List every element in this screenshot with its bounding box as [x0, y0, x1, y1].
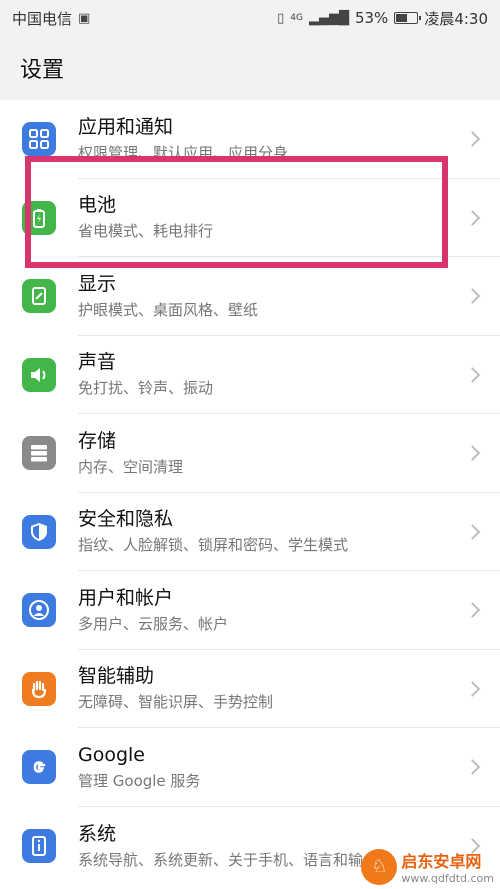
signal-icon: ▂▄▆█ [308, 10, 349, 26]
settings-item-text: 用户和帐户多用户、云服务、帐户 [78, 571, 500, 650]
storage-icon [22, 436, 56, 471]
settings-item[interactable]: Google 管理 Google 服务 [0, 728, 500, 807]
settings-item[interactable]: 应用和通知权限管理、默认应用、应用分身 [0, 100, 500, 179]
watermark-name: 启东安卓网 [401, 852, 482, 871]
settings-item-title: 应用和通知 [78, 115, 174, 138]
settings-item-subtitle: 指纹、人脸解锁、锁屏和密码、学生模式 [78, 536, 349, 555]
settings-item-text: 智能辅助无障碍、智能识屏、手势控制 [78, 650, 500, 728]
settings-item-text: 声音免打扰、铃声、振动 [78, 336, 500, 414]
display-icon [22, 279, 56, 314]
settings-item[interactable]: 显示护眼模式、桌面风格、壁纸 [0, 257, 500, 336]
settings-item-subtitle: 无障碍、智能识屏、手势控制 [78, 693, 274, 712]
settings-item-subtitle: 免打扰、铃声、振动 [78, 379, 214, 398]
notification-icon: ▣ [78, 10, 91, 26]
settings-item-title: 智能辅助 [78, 665, 155, 688]
user-icon [22, 593, 56, 628]
page-title: 设置 [20, 58, 65, 83]
settings-item-title: 电池 [78, 194, 117, 217]
settings-item-text: 应用和通知权限管理、默认应用、应用分身 [78, 100, 500, 179]
settings-item-title: 显示 [78, 272, 117, 295]
settings-item[interactable]: 用户和帐户多用户、云服务、帐户 [0, 571, 500, 650]
watermark-url: www.qdfdtd.com [401, 872, 494, 885]
apps-icon [22, 122, 56, 157]
settings-item-subtitle: 内存、空间清理 [78, 457, 184, 476]
settings-item[interactable]: 电池省电模式、耗电排行 [0, 179, 500, 257]
watermark-logo-icon: ♘ [361, 848, 398, 885]
settings-item-title: 安全和隐私 [78, 508, 174, 531]
battery-status-icon [394, 12, 422, 24]
settings-item-text: 电池省电模式、耗电排行 [78, 179, 500, 257]
speaker-icon [22, 357, 56, 392]
shield-icon [22, 514, 56, 549]
settings-item-subtitle: 护眼模式、桌面风格、壁纸 [78, 300, 259, 319]
settings-item-subtitle: 省电模式、耗电排行 [78, 222, 214, 241]
settings-item-title: 用户和帐户 [78, 586, 174, 609]
settings-item-text: 显示护眼模式、桌面风格、壁纸 [78, 257, 500, 336]
settings-item-text: 存储 内存、空间清理 [78, 414, 500, 493]
settings-item-subtitle: 管理 Google 服务 [78, 771, 201, 790]
settings-item-title: 存储 [78, 429, 117, 452]
battery-percent: 53% [354, 9, 389, 27]
vibrate-icon: ▯ [277, 10, 285, 26]
settings-item-title: 系统 [78, 822, 117, 845]
settings-item[interactable]: 存储 内存、空间清理 [0, 414, 500, 493]
settings-item[interactable]: 智能辅助无障碍、智能识屏、手势控制 [0, 650, 500, 728]
watermark: ♘ 启东安卓网 www.qdfdtd.com [361, 848, 494, 885]
settings-item-text: 安全和隐私指纹、人脸解锁、锁屏和密码、学生模式 [78, 493, 500, 571]
clock: 凌晨4:30 [424, 9, 488, 28]
settings-list: 应用和通知权限管理、默认应用、应用分身电池省电模式、耗电排行显示护眼模式、桌面风… [0, 100, 500, 889]
settings-item[interactable]: 安全和隐私指纹、人脸解锁、锁屏和密码、学生模式 [0, 493, 500, 571]
google-icon [22, 750, 56, 785]
carrier-label: 中国电信 [12, 9, 73, 28]
status-bar: 中国电信 ▣ ▯ 4G ▂▄▆█ 53% 凌晨4:30 [0, 0, 500, 36]
network-type-label: 4G [290, 13, 303, 23]
settings-item-subtitle: 权限管理、默认应用、应用分身 [78, 143, 289, 162]
system-info-icon [22, 828, 56, 863]
hand-icon [22, 671, 56, 706]
battery-icon [22, 200, 56, 235]
settings-item-title: 声音 [78, 351, 117, 374]
settings-item-subtitle: 多用户、云服务、帐户 [78, 614, 229, 633]
settings-item[interactable]: 声音免打扰、铃声、振动 [0, 336, 500, 414]
settings-item-title: Google [78, 743, 146, 766]
settings-item-text: Google 管理 Google 服务 [78, 728, 500, 807]
